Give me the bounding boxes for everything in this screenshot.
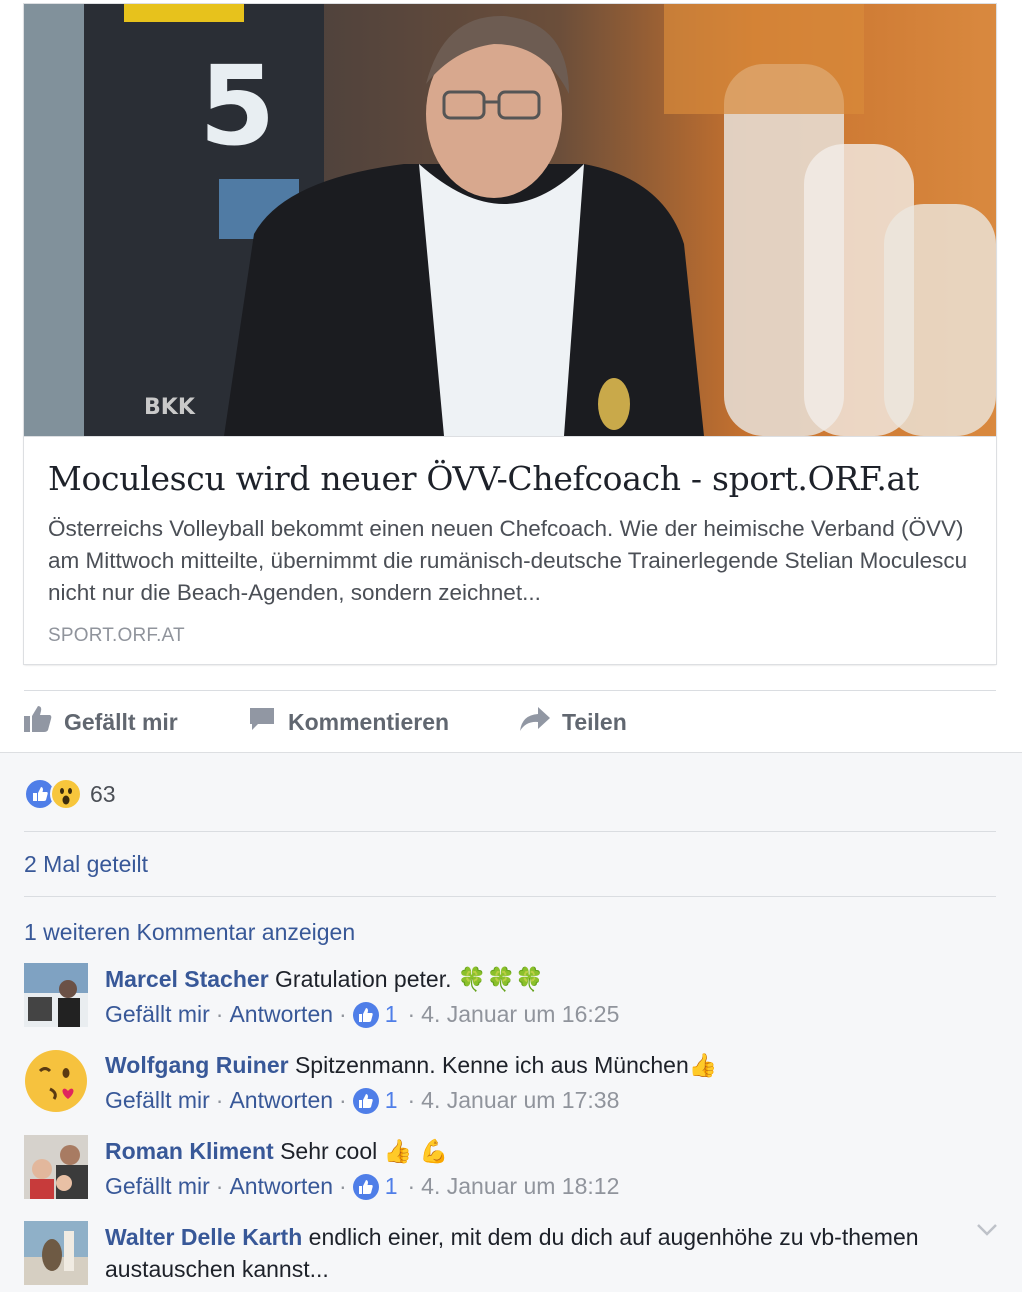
comment-author[interactable]: Wolfgang Ruiner <box>105 1052 289 1078</box>
comment-like-count[interactable]: 1 <box>385 1087 398 1114</box>
view-more-comments-link[interactable]: 1 weiteren Kommentar anzeigen <box>24 919 355 946</box>
avatar[interactable] <box>24 1221 88 1285</box>
share-arrow-icon <box>520 707 562 737</box>
comment-author[interactable]: Walter Delle Karth <box>105 1224 302 1250</box>
comment-text: Walter Delle Karth endlich einer, mit de… <box>105 1221 985 1285</box>
share-button[interactable]: Teilen <box>520 692 627 752</box>
thumbs-up-emoji: 👍 <box>688 1053 718 1079</box>
comment-meta: Gefällt mir · Antworten · 1 · 4. Januar um … <box>105 1087 620 1114</box>
avatar[interactable] <box>24 1135 88 1199</box>
like-button[interactable]: Gefällt mir <box>24 692 178 752</box>
thumbs-up-icon <box>24 706 64 738</box>
comment-meta: Gefällt mir · Antworten · 1 · 4. Januar um … <box>105 1173 620 1200</box>
shares-link[interactable]: 2 Mal geteilt <box>24 851 148 878</box>
comment-body: Spitzenmann. Kenne ich aus München <box>294 1052 689 1078</box>
comment-reply-link[interactable]: Antworten <box>229 1173 333 1200</box>
comment-meta: Gefällt mir · Antworten · 1 · 4. Januar um … <box>105 1001 620 1028</box>
thumbs-up-flex-emoji: 👍 💪 <box>383 1139 449 1165</box>
comment-like-count[interactable]: 1 <box>385 1001 398 1028</box>
divider <box>24 831 996 832</box>
jersey-number: 5 <box>199 42 276 170</box>
like-icon <box>352 1001 379 1028</box>
link-preview-card[interactable]: 5 BKK Moculescu wird neuer ÖVV-Chefcoach… <box>24 4 996 664</box>
divider <box>24 690 996 691</box>
reaction-count: 63 <box>90 780 116 807</box>
comment-author[interactable]: Roman Kliment <box>105 1138 274 1164</box>
action-bar: Gefällt mir Kommentieren Teilen <box>24 692 996 752</box>
avatar[interactable] <box>24 1049 88 1113</box>
article-title[interactable]: Moculescu wird neuer ÖVV-Chefcoach - spo… <box>48 459 978 499</box>
comment-timestamp[interactable]: 4. Januar um 16:25 <box>421 1001 619 1028</box>
chevron-down-icon[interactable] <box>976 1223 998 1242</box>
article-domain: SPORT.ORF.AT <box>48 625 185 646</box>
share-label: Teilen <box>562 708 627 735</box>
like-label: Gefällt mir <box>64 708 178 735</box>
comment-label: Kommentieren <box>288 708 450 735</box>
sponsor-text: BKK <box>144 395 196 420</box>
comment-reply-link[interactable]: Antworten <box>229 1087 333 1114</box>
article-image[interactable]: 5 BKK <box>24 4 996 436</box>
article-description: Österreichs Volleyball bekommt einen neu… <box>48 516 968 605</box>
comment-like-link[interactable]: Gefällt mir <box>105 1173 210 1200</box>
wow-icon <box>50 778 82 810</box>
comment-body: Gratulation peter. <box>275 966 458 992</box>
comment-like-count[interactable]: 1 <box>385 1173 398 1200</box>
comment-body: Sehr cool <box>280 1138 384 1164</box>
clover-emoji: 🍀🍀🍀 <box>457 967 544 993</box>
comment-like-link[interactable]: Gefällt mir <box>105 1001 210 1028</box>
comment-text: Marcel Stacher Gratulation peter. 🍀🍀🍀 <box>105 963 985 996</box>
comment-icon <box>248 706 288 738</box>
like-icon <box>352 1087 379 1114</box>
avatar[interactable] <box>24 963 88 1027</box>
reactions-summary[interactable]: 63 <box>24 777 116 811</box>
comment-button[interactable]: Kommentieren <box>248 692 449 752</box>
comment-reply-link[interactable]: Antworten <box>229 1001 333 1028</box>
comment-like-link[interactable]: Gefällt mir <box>105 1087 210 1114</box>
comment-text: Wolfgang Ruiner Spitzenmann. Kenne ich a… <box>105 1049 985 1082</box>
comment-timestamp[interactable]: 4. Januar um 17:38 <box>421 1087 619 1114</box>
comment-author[interactable]: Marcel Stacher <box>105 966 269 992</box>
like-icon <box>352 1173 379 1200</box>
comment-timestamp[interactable]: 4. Januar um 18:12 <box>421 1173 619 1200</box>
comments-section: 63 2 Mal geteilt 1 weiteren Kommentar an… <box>0 752 1022 1292</box>
comment-text: Roman Kliment Sehr cool 👍 💪 <box>105 1135 985 1168</box>
card-body[interactable]: Moculescu wird neuer ÖVV-Chefcoach - spo… <box>24 436 996 664</box>
divider <box>24 896 996 897</box>
